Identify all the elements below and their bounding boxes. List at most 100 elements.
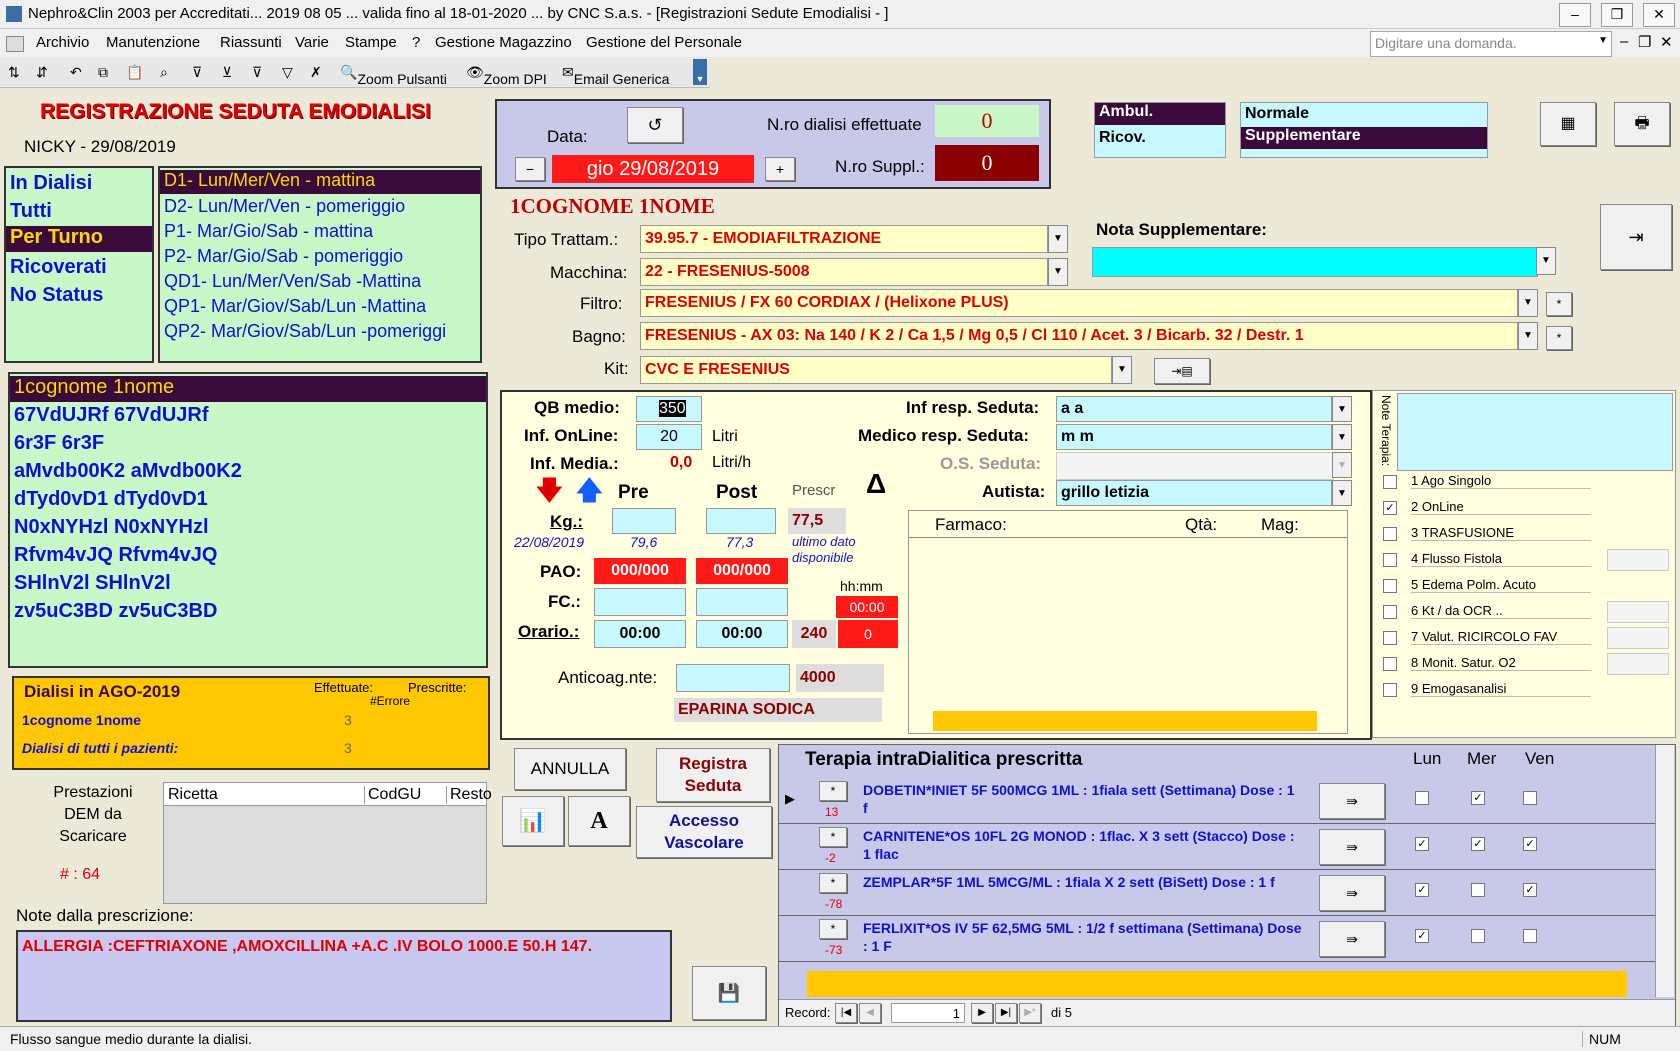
help-search-input[interactable]: Digitare una domanda. ▼ — [1370, 31, 1612, 57]
menu-manutenzione[interactable]: Manutenzione — [106, 34, 200, 51]
nota-suppl-input[interactable] — [1092, 247, 1538, 277]
filter-icon[interactable]: ▽ — [282, 64, 293, 81]
patient-item[interactable]: SHlnV2l SHlnV2l — [14, 572, 171, 595]
therapy-day-checkbox[interactable] — [1471, 929, 1485, 943]
autista-select[interactable]: grillo letizia — [1056, 480, 1332, 506]
filtro-select[interactable]: FRESENIUS / FX 60 CORDIAX / (Helixone PL… — [640, 289, 1518, 317]
orario-post-input[interactable]: 00:00 — [696, 620, 788, 648]
chevron-down-icon[interactable]: ▼ — [1048, 258, 1068, 286]
grid-button[interactable]: ▦ — [1540, 102, 1596, 146]
therapy-detail-button[interactable]: * — [819, 873, 847, 893]
tipo-select[interactable]: 39.95.7 - EMODIAFILTRAZIONE — [640, 225, 1048, 253]
save-icon[interactable]: 💾 — [692, 966, 766, 1020]
patient-item[interactable]: zv5uC3BD zv5uC3BD — [14, 600, 217, 623]
remove-filter-icon[interactable]: ✗ — [310, 64, 322, 81]
therapy-row[interactable]: * -2 CARNITENE*OS 10FL 2G MONOD : 1flac. X… — [779, 825, 1655, 870]
toolbar-overflow-button[interactable]: ▼ — [693, 59, 707, 85]
session-date[interactable]: gio 29/08/2019 — [552, 155, 754, 183]
therapy-day-checkbox[interactable] — [1471, 883, 1485, 897]
fc-pre-input[interactable] — [594, 588, 686, 616]
os-select[interactable] — [1056, 452, 1334, 480]
therapy-apply-button[interactable]: ⇛ — [1319, 783, 1385, 819]
last-record-button[interactable]: ▶| — [995, 1003, 1017, 1023]
therapy-day-checkbox[interactable]: ✓ — [1471, 837, 1485, 851]
therapy-day-checkbox[interactable]: ✓ — [1471, 791, 1485, 805]
therapy-row[interactable]: ▶ * 13 DOBETIN*INIET 5F 500MCG 1ML : 1fiala… — [779, 779, 1655, 824]
close-button[interactable]: ✕ — [1643, 3, 1675, 27]
chart-bar-icon[interactable]: 📊 — [502, 796, 564, 846]
therapy-day-checkbox[interactable] — [1523, 929, 1537, 943]
checklist-checkbox[interactable] — [1383, 475, 1397, 489]
patient-item[interactable]: Rfvm4vJQ Rfvm4vJQ — [14, 544, 217, 567]
shift-item[interactable]: QP1- Mar/Giov/Sab/Lun -Mattina — [164, 296, 426, 317]
bagno-select[interactable]: FRESENIUS - AX 03: Na 140 / K 2 / Ca 1,5… — [640, 322, 1518, 350]
checklist-checkbox[interactable] — [1383, 657, 1397, 671]
new-record-button[interactable]: ▶* — [1019, 1003, 1041, 1023]
macchina-select[interactable]: 22 - FRESENIUS-5008 — [640, 258, 1048, 286]
chevron-down-icon[interactable]: ▼ — [1332, 480, 1352, 506]
therapy-day-checkbox[interactable]: ✓ — [1523, 837, 1537, 851]
print-icon[interactable]: 🖶 — [1614, 102, 1670, 146]
menu-gestione-magazzino[interactable]: Gestione Magazzino — [435, 34, 572, 51]
chevron-down-icon[interactable]: ▼ — [1518, 322, 1538, 350]
checklist-checkbox[interactable] — [1383, 527, 1397, 541]
chevron-down-icon[interactable]: ▼ — [1048, 225, 1068, 253]
qb-input[interactable]: 350 — [636, 396, 702, 422]
fc-post-input[interactable] — [696, 588, 788, 616]
chevron-down-icon[interactable]: ▼ — [1332, 452, 1352, 478]
filter-no-status[interactable]: No Status — [10, 284, 103, 307]
sort-asc-icon[interactable]: ⇅ — [8, 64, 20, 81]
patient-item-selected[interactable]: 1cognome 1nome — [10, 376, 486, 402]
therapy-row[interactable]: * -78 ZEMPLAR*5F 1ML 5MCG/ML : 1fiala X 2 … — [779, 871, 1655, 916]
shift-item[interactable]: D2- Lun/Mer/Ven - pomeriggio — [164, 196, 405, 217]
menu-icon[interactable] — [6, 36, 24, 52]
chevron-down-icon[interactable]: ▼ — [1518, 289, 1538, 317]
filter-ricoverati[interactable]: Ricoverati — [10, 256, 107, 279]
checklist-checkbox[interactable] — [1383, 553, 1397, 567]
email-generica-button[interactable]: ✉ Email Generica — [562, 64, 669, 87]
date-plus-button[interactable]: + — [765, 157, 795, 181]
sort-desc-icon[interactable]: ⇵ — [36, 64, 48, 81]
menu-riassunti[interactable]: Riassunti — [220, 34, 282, 51]
kg-pre-input[interactable] — [612, 508, 676, 534]
restore-button[interactable]: ❐ — [1601, 3, 1633, 27]
patient-item[interactable]: 6r3F 6r3F — [14, 432, 104, 455]
kg-post-input[interactable] — [706, 508, 776, 534]
type-normale[interactable]: Normale — [1245, 105, 1309, 123]
patient-item[interactable]: N0xNYHzl N0xNYHzl — [14, 516, 209, 539]
menu-archivio[interactable]: Archivio — [36, 34, 89, 51]
kit-detail-button[interactable]: ⇥▤ — [1154, 358, 1210, 384]
patient-item[interactable]: aMvdb00K2 aMvdb00K2 — [14, 460, 242, 483]
menu-varie[interactable]: Varie — [295, 34, 329, 51]
prescription-notes-box[interactable]: ALLERGIA :CEFTRIAXONE ,AMOXCILLINA +A.C … — [16, 930, 672, 1022]
patient-item[interactable]: 67VdUJRf 67VdUJRf — [14, 404, 209, 427]
checklist-checkbox[interactable]: ✓ — [1383, 501, 1397, 515]
therapy-row[interactable]: * -73 FERLIXIT*OS IV 5F 62,5MG 5ML : 1/2 f… — [779, 917, 1655, 962]
note-terapia-input[interactable] — [1397, 393, 1673, 471]
therapy-day-checkbox[interactable] — [1415, 791, 1429, 805]
therapy-detail-button[interactable]: * — [819, 919, 847, 939]
copy-icon[interactable]: ⧉ — [98, 64, 108, 81]
font-button[interactable]: A — [568, 796, 630, 846]
date-minus-button[interactable]: − — [515, 157, 545, 181]
patient-item[interactable]: dTyd0vD1 dTyd0vD1 — [14, 488, 208, 511]
checklist-checkbox[interactable] — [1383, 631, 1397, 645]
medico-select[interactable]: m m — [1056, 424, 1332, 450]
undo-icon[interactable]: ↶ — [70, 64, 82, 81]
checklist-value-input[interactable] — [1607, 549, 1669, 571]
menu-stampe[interactable]: Stampe — [345, 34, 397, 51]
menu-help[interactable]: ? — [412, 34, 420, 51]
chevron-down-icon[interactable]: ▼ — [1536, 247, 1556, 275]
apply-filter-icon[interactable]: ⊽ — [252, 64, 262, 81]
reset-date-button[interactable]: ↺ — [627, 107, 683, 143]
chevron-down-icon[interactable]: ▼ — [1598, 35, 1608, 46]
checklist-value-input[interactable] — [1607, 653, 1669, 675]
therapy-apply-button[interactable]: ⇛ — [1319, 875, 1385, 911]
orario-pre-input[interactable]: 00:00 — [594, 620, 686, 648]
therapy-day-checkbox[interactable]: ✓ — [1415, 929, 1429, 943]
zoom-pulsanti-button[interactable]: 🔍 Zoom Pulsanti — [340, 64, 447, 87]
therapy-day-checkbox[interactable] — [1523, 791, 1537, 805]
shift-item[interactable]: QP2- Mar/Giov/Sab/Lun -pomeriggi — [164, 321, 446, 342]
pao-pre-input[interactable]: 000/000 — [594, 558, 686, 584]
shift-item[interactable]: P1- Mar/Gio/Sab - mattina — [164, 221, 373, 242]
